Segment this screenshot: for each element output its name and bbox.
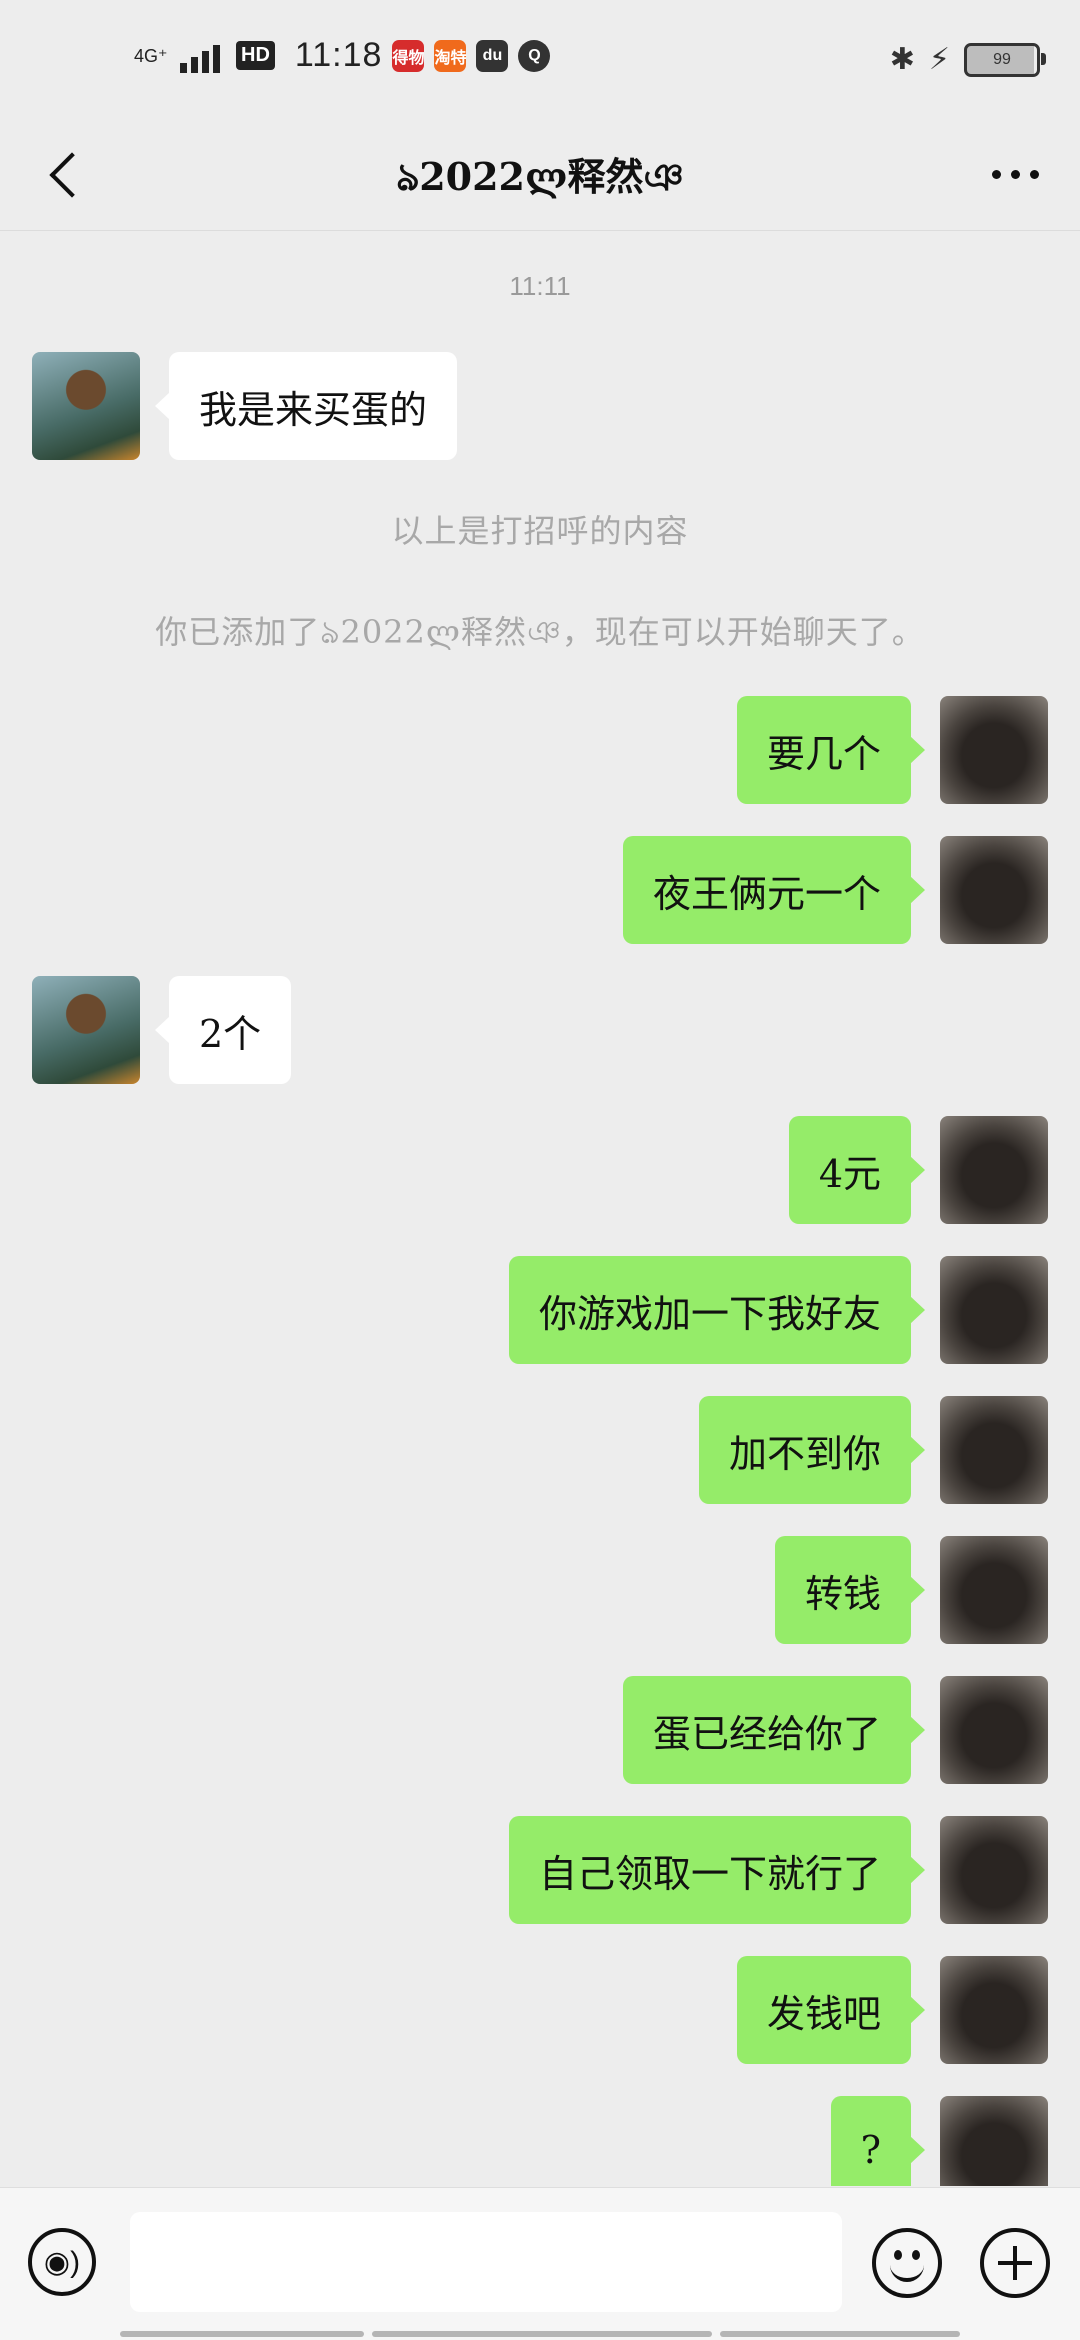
self-avatar[interactable] (940, 1116, 1048, 1224)
message-bubble[interactable]: 你游戏加一下我好友 (508, 1256, 926, 1364)
message-row: 蛋已经给你了 (0, 1676, 1080, 1784)
more-dot (1010, 169, 1020, 179)
voice-icon: ◉) (43, 2245, 81, 2279)
gesture-bar (120, 2331, 364, 2337)
message-row: 2个 (0, 976, 1080, 1084)
message-bubble[interactable]: 蛋已经给你了 (622, 1676, 926, 1784)
system-message: 你已添加了ঌ2022ლ释然ঞ，现在可以开始聊天了。 (155, 613, 925, 651)
message-row: 发钱吧 (0, 1956, 1080, 2064)
battery-level: 99 (993, 50, 1011, 68)
message-row: 转钱 (0, 1536, 1080, 1644)
message-row: 加不到你 (0, 1396, 1080, 1504)
message-row: 我是来买蛋的 (0, 352, 1080, 460)
du-app-icon: du (476, 39, 509, 72)
chat-timestamp: 11:11 (509, 271, 571, 301)
message-row: 要几个 (0, 696, 1080, 804)
nav-bar: ঌ2022ლ释然ঞ (0, 120, 1080, 231)
charging-icon: ⚡ (928, 43, 950, 76)
self-avatar[interactable] (940, 2096, 1048, 2186)
emoji-icon (890, 2262, 924, 2282)
taote-app-icon: 淘特 (434, 39, 466, 72)
message-bubble[interactable]: 4元 (788, 1116, 926, 1224)
self-avatar[interactable] (940, 696, 1048, 804)
message-row: 4元 (0, 1116, 1080, 1224)
self-avatar[interactable] (940, 1676, 1048, 1784)
gesture-bar (720, 2331, 960, 2337)
self-avatar[interactable] (940, 1396, 1048, 1504)
chat-area[interactable]: 11:11 我是来买蛋的 以上是打招呼的内容 你已添加了ঌ2022ლ释然ঞ，现在… (0, 231, 1080, 2186)
qq-browser-icon: Q (518, 39, 551, 72)
self-avatar[interactable] (940, 1816, 1048, 1924)
emoji-button[interactable] (872, 2228, 942, 2298)
contact-avatar[interactable] (32, 352, 140, 460)
message-row: 自己领取一下就行了 (0, 1816, 1080, 1924)
system-message: 以上是打招呼的内容 (391, 512, 689, 550)
message-bubble[interactable]: ? (830, 2096, 926, 2186)
self-avatar[interactable] (940, 1256, 1048, 1364)
message-bubble[interactable]: 发钱吧 (736, 1956, 926, 2064)
signal-icon (180, 39, 220, 73)
voice-button[interactable]: ◉) (28, 2228, 96, 2296)
plus-button[interactable] (980, 2228, 1050, 2298)
bluetooth-icon: ✱ (889, 43, 915, 76)
network-type: 4G⁺ (134, 45, 168, 66)
battery-icon: 99 (964, 42, 1046, 77)
message-input[interactable] (130, 2212, 842, 2312)
message-bubble[interactable]: 要几个 (736, 696, 926, 804)
more-button[interactable] (980, 154, 1050, 194)
message-bubble[interactable]: 转钱 (774, 1536, 926, 1644)
message-bubble[interactable]: 我是来买蛋的 (154, 352, 458, 460)
status-time: 11:18 (294, 36, 383, 74)
message-bubble[interactable]: 2个 (154, 976, 292, 1084)
message-row: 夜王俩元一个 (0, 836, 1080, 944)
self-avatar[interactable] (940, 836, 1048, 944)
self-avatar[interactable] (940, 1536, 1048, 1644)
message-bubble[interactable]: 自己领取一下就行了 (508, 1816, 926, 1924)
contact-avatar[interactable] (32, 976, 140, 1084)
status-bar: 4G⁺ HD 11:18 得物 淘特 du Q ✱ ⚡ 99 (0, 0, 1080, 120)
more-dot (1029, 169, 1039, 179)
message-row: 你游戏加一下我好友 (0, 1256, 1080, 1364)
input-bar: ◉) (0, 2187, 1080, 2340)
self-avatar[interactable] (940, 1956, 1048, 2064)
chat-title: ঌ2022ლ释然ঞ (396, 154, 684, 199)
dewu-app-icon: 得物 (392, 39, 424, 72)
more-dots-icon (991, 169, 1001, 179)
message-bubble[interactable]: 加不到你 (698, 1396, 926, 1504)
message-row: ? (0, 2096, 1080, 2186)
hd-badge: HD (236, 41, 275, 70)
gesture-bar (372, 2331, 712, 2337)
message-bubble[interactable]: 夜王俩元一个 (622, 836, 926, 944)
